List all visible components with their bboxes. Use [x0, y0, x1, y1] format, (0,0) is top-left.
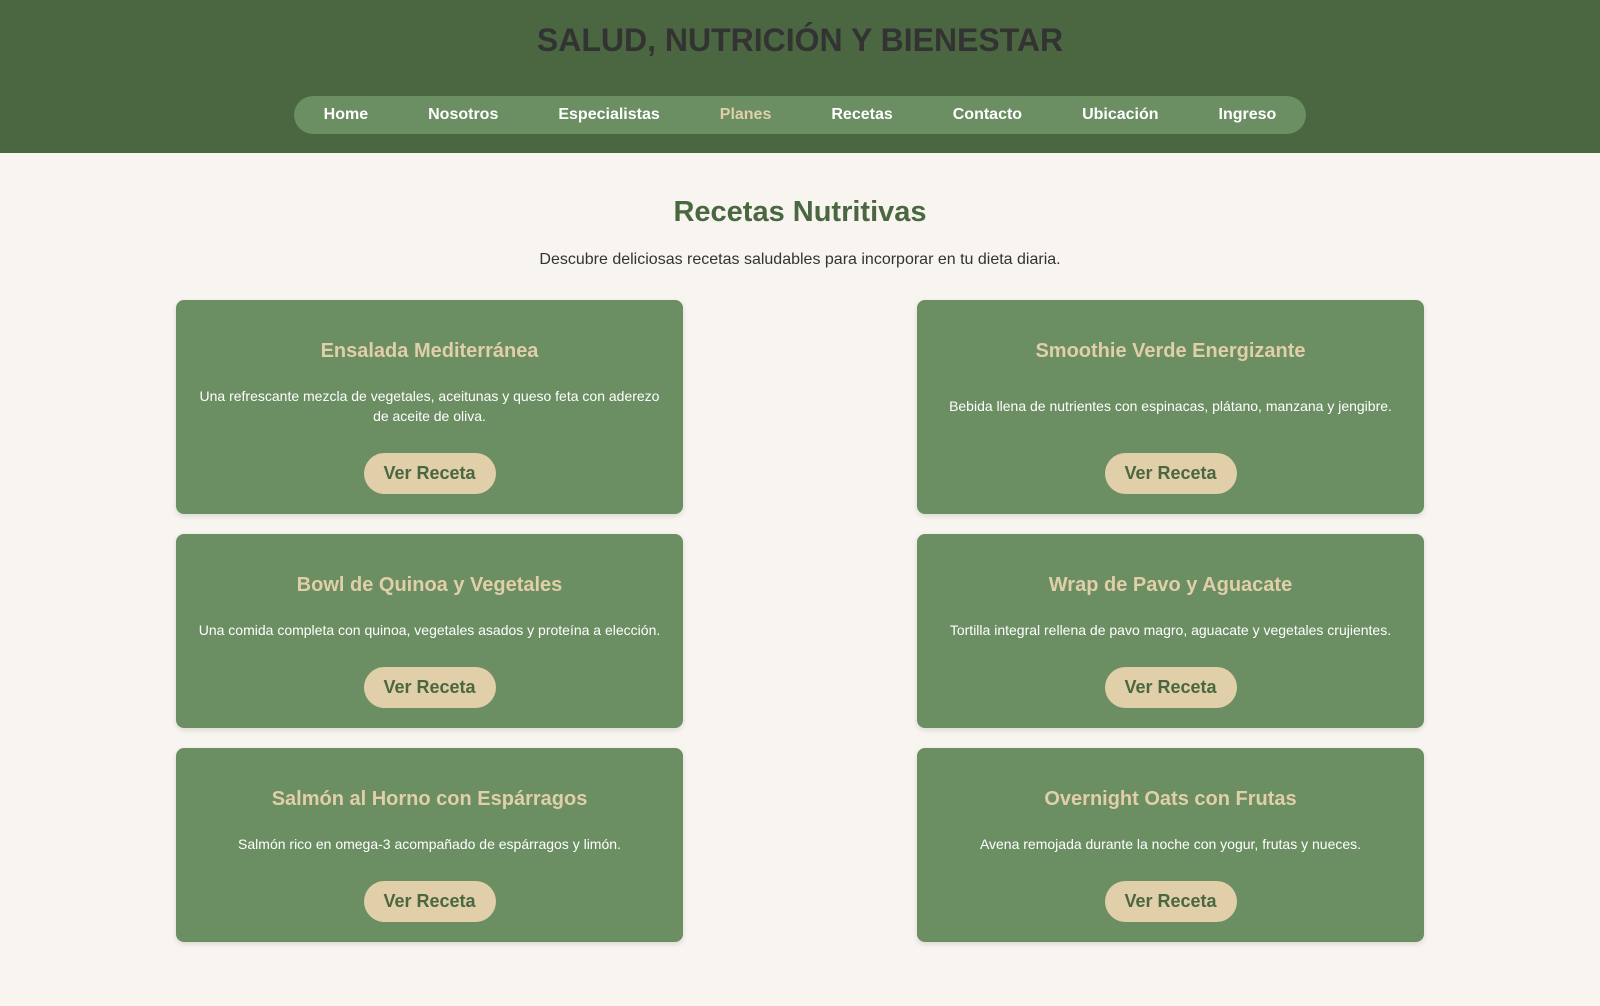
- recipe-title: Bowl de Quinoa y Vegetales: [296, 574, 563, 596]
- nav-ingreso[interactable]: Ingreso: [1219, 106, 1277, 124]
- recipe-title: Smoothie Verde Energizante: [1035, 340, 1306, 362]
- view-recipe-button[interactable]: Ver Receta: [363, 453, 496, 494]
- recipe-description: Bebida llena de nutrientes con espinacas…: [949, 398, 1392, 414]
- view-recipe-button[interactable]: Ver Receta: [363, 881, 496, 922]
- main-nav: Home Nosotros Especialistas Planes Recet…: [293, 96, 1307, 134]
- nav-contacto[interactable]: Contacto: [953, 106, 1022, 124]
- site-header: SALUD, NUTRICIÓN Y BIENESTAR Home Nosotr…: [0, 0, 1600, 153]
- nav-nosotros[interactable]: Nosotros: [428, 106, 498, 124]
- recipe-card: Wrap de Pavo y Aguacate Tortilla integra…: [917, 534, 1424, 728]
- recipe-description: Tortilla integral rellena de pavo magro,…: [949, 622, 1392, 638]
- page-heading: Recetas Nutritivas: [673, 196, 927, 228]
- nav-recetas[interactable]: Recetas: [831, 106, 892, 124]
- recipe-description: Avena remojada durante la noche con yogu…: [979, 836, 1362, 852]
- recipe-title: Ensalada Mediterránea: [320, 340, 539, 362]
- recipe-description: Salmón rico en omega-3 acompañado de esp…: [238, 836, 621, 852]
- recipe-card: Ensalada Mediterránea Una refrescante me…: [176, 300, 683, 514]
- nav-planes[interactable]: Planes: [720, 106, 772, 124]
- view-recipe-button[interactable]: Ver Receta: [1104, 667, 1237, 708]
- recipe-card: Bowl de Quinoa y Vegetales Una comida co…: [176, 534, 683, 728]
- intro-text: Descubre deliciosas recetas saludables p…: [539, 251, 1061, 268]
- recipe-description: Una refrescante mezcla de vegetales, ace…: [199, 388, 660, 424]
- recipe-title: Salmón al Horno con Espárragos: [271, 788, 588, 810]
- main-content: Recetas Nutritivas Descubre deliciosas r…: [176, 194, 1424, 942]
- view-recipe-button[interactable]: Ver Receta: [1104, 453, 1237, 494]
- recipe-grid: Ensalada Mediterránea Una refrescante me…: [176, 300, 1424, 942]
- recipe-card: Salmón al Horno con Espárragos Salmón ri…: [176, 748, 683, 942]
- view-recipe-button[interactable]: Ver Receta: [1104, 881, 1237, 922]
- recipe-description: Una comida completa con quinoa, vegetale…: [198, 622, 661, 638]
- nav-ubicacion[interactable]: Ubicación: [1082, 106, 1158, 124]
- recipe-card: Smoothie Verde Energizante Bebida llena …: [917, 300, 1424, 514]
- recipe-title: Overnight Oats con Frutas: [1044, 788, 1297, 810]
- view-recipe-button[interactable]: Ver Receta: [363, 667, 496, 708]
- site-title: SALUD, NUTRICIÓN Y BIENESTAR: [536, 22, 1064, 58]
- nav-home[interactable]: Home: [324, 106, 368, 124]
- recipe-title: Wrap de Pavo y Aguacate: [1048, 574, 1293, 596]
- recipe-card: Overnight Oats con Frutas Avena remojada…: [917, 748, 1424, 942]
- nav-especialistas[interactable]: Especialistas: [558, 106, 659, 124]
